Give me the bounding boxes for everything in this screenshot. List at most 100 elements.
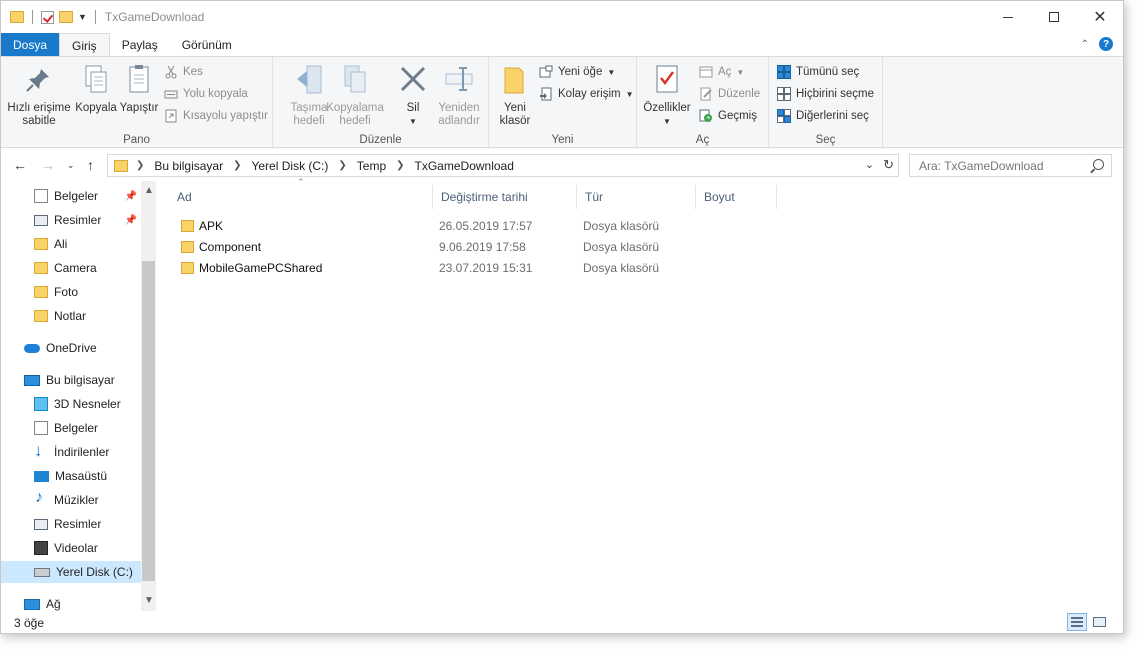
- nav-item-this-pc[interactable]: Bu bilgisayar: [1, 369, 141, 391]
- scissors-icon: [164, 65, 178, 79]
- invert-selection-button[interactable]: Diğerlerini seç: [777, 109, 869, 123]
- chevron-right-icon[interactable]: ❯: [338, 160, 346, 171]
- scroll-up-icon[interactable]: ▲: [144, 185, 154, 196]
- open-button[interactable]: Aç ▼: [699, 65, 744, 79]
- scroll-thumb[interactable]: [142, 261, 155, 581]
- nav-item-pictures[interactable]: Resimler: [1, 513, 141, 535]
- up-button[interactable]: ↑: [87, 157, 94, 173]
- breadcrumb-this-pc[interactable]: Bu bilgisayar: [154, 159, 223, 173]
- properties-button[interactable]: Özellikler ▼: [641, 63, 693, 128]
- pin-icon[interactable]: 📌: [125, 191, 137, 202]
- nav-item-label: Bu bilgisayar: [46, 373, 115, 387]
- delete-dropdown-icon[interactable]: ▼: [409, 115, 417, 128]
- nav-item-quick-pictures[interactable]: Resimler 📌: [1, 209, 141, 231]
- minimize-icon: [1003, 16, 1013, 18]
- pin-quick-access-button[interactable]: Hızlı erişime sabitle: [7, 63, 71, 128]
- file-row[interactable]: APK 26.05.2019 17:57 Dosya klasörü: [169, 215, 669, 236]
- chevron-right-icon[interactable]: ❯: [396, 160, 404, 171]
- nav-item-downloads[interactable]: İndirilenler: [1, 441, 141, 463]
- nav-item-3d-objects[interactable]: 3D Nesneler: [1, 393, 141, 415]
- file-row[interactable]: Component 9.06.2019 17:58 Dosya klasörü: [169, 236, 669, 257]
- nav-item-quick-documents[interactable]: Belgeler 📌: [1, 185, 141, 207]
- customize-toolbar-icon[interactable]: ▼: [78, 12, 87, 22]
- properties-icon[interactable]: [41, 10, 54, 24]
- nav-item-documents[interactable]: Belgeler: [1, 417, 141, 439]
- column-header-type[interactable]: Tür: [577, 185, 696, 209]
- back-button[interactable]: ←: [13, 157, 27, 173]
- large-icons-view-button[interactable]: [1089, 613, 1109, 631]
- tab-home[interactable]: Giriş: [59, 33, 110, 57]
- nav-item-label: Ağ: [46, 597, 61, 611]
- videos-icon: [34, 541, 48, 555]
- move-to-icon: [293, 63, 325, 97]
- select-none-label: Hiçbirini seçme: [796, 88, 874, 100]
- nav-item-videos[interactable]: Videolar: [1, 537, 141, 559]
- scroll-down-icon[interactable]: ▼: [144, 595, 154, 606]
- paste-shortcut-button[interactable]: Kısayolu yapıştır: [164, 109, 268, 123]
- chevron-right-icon[interactable]: ❯: [233, 160, 241, 171]
- copy-path-button[interactable]: Yolu kopyala: [164, 87, 248, 101]
- details-view-button[interactable]: [1067, 613, 1087, 631]
- quick-access-toolbar: ▼: [1, 10, 99, 24]
- cut-button[interactable]: Kes: [164, 65, 203, 79]
- close-button[interactable]: ✕: [1077, 1, 1123, 33]
- new-folder-button[interactable]: Yeni klasör: [497, 63, 533, 128]
- tab-file[interactable]: Dosya: [1, 33, 60, 57]
- breadcrumb-current[interactable]: TxGameDownload: [415, 159, 514, 173]
- nav-item-label: Belgeler: [54, 421, 99, 435]
- rename-button[interactable]: Yeniden adlandır: [433, 63, 485, 128]
- column-header-date[interactable]: Değiştirme tarihi: [433, 185, 577, 209]
- group-new: Yeni klasör Yeni öğe ▼ Kolay erişim ▼ Ye…: [489, 57, 637, 149]
- chevron-right-icon[interactable]: ❯: [136, 160, 144, 171]
- pin-icon[interactable]: 📌: [125, 215, 137, 226]
- file-date: 9.06.2019 17:58: [439, 239, 526, 254]
- tab-share[interactable]: Paylaş: [110, 33, 170, 57]
- file-row[interactable]: MobileGamePCShared 23.07.2019 15:31 Dosy…: [169, 257, 669, 278]
- search-icon[interactable]: [1093, 159, 1104, 170]
- edit-button[interactable]: Düzenle: [699, 87, 760, 101]
- copy-icon: [80, 63, 112, 97]
- nav-item-music[interactable]: Müzikler: [1, 489, 141, 511]
- refresh-icon[interactable]: ↻: [883, 157, 894, 173]
- search-input[interactable]: Ara: TxGameDownload: [909, 154, 1112, 177]
- nav-item-label: 3D Nesneler: [54, 397, 121, 411]
- select-all-label: Tümünü seç: [796, 66, 860, 78]
- easy-access-button[interactable]: Kolay erişim ▼: [539, 87, 634, 101]
- title-bar: ▼ TxGameDownload ✕: [1, 1, 1123, 33]
- maximize-button[interactable]: [1031, 1, 1077, 33]
- column-header-size[interactable]: Boyut: [696, 185, 777, 209]
- breadcrumb-local-disk[interactable]: Yerel Disk (C:): [251, 159, 328, 173]
- nav-scrollbar[interactable]: ▲ ▼: [141, 181, 156, 611]
- select-none-button[interactable]: Hiçbirini seçme: [777, 87, 874, 101]
- nav-item-foto[interactable]: Foto: [1, 281, 141, 303]
- nav-item-ali[interactable]: Ali: [1, 233, 141, 255]
- select-all-button[interactable]: Tümünü seç: [777, 65, 859, 79]
- breadcrumb-temp[interactable]: Temp: [357, 159, 386, 173]
- forward-button[interactable]: →: [41, 157, 55, 173]
- help-icon[interactable]: ?: [1099, 37, 1113, 51]
- recent-locations-icon[interactable]: ⌄: [67, 160, 75, 171]
- column-header-name[interactable]: Ad: [169, 185, 433, 209]
- collapse-ribbon-icon[interactable]: ⌃: [1081, 39, 1089, 50]
- nav-item-onedrive[interactable]: OneDrive: [1, 337, 141, 359]
- copy-to-icon: [339, 63, 371, 97]
- copy-to-label-2: hedefi: [339, 115, 371, 127]
- invert-selection-icon: [777, 109, 791, 123]
- rename-label-2: adlandır: [438, 115, 480, 127]
- address-dropdown-icon[interactable]: ⌄: [865, 158, 874, 171]
- copy-button[interactable]: Kopyala: [73, 63, 119, 115]
- properties-dropdown-icon[interactable]: ▼: [663, 115, 671, 128]
- new-folder-icon[interactable]: [59, 11, 73, 23]
- nav-item-notlar[interactable]: Notlar: [1, 305, 141, 327]
- history-button[interactable]: Geçmiş: [699, 109, 757, 123]
- paste-button[interactable]: Yapıştır: [117, 63, 161, 115]
- copy-to-button[interactable]: Kopyalama hedefi: [325, 63, 385, 128]
- delete-button[interactable]: Sil ▼: [397, 63, 429, 128]
- nav-item-camera[interactable]: Camera: [1, 257, 141, 279]
- tab-view[interactable]: Görünüm: [170, 33, 244, 57]
- nav-item-local-disk[interactable]: Yerel Disk (C:): [1, 561, 141, 583]
- address-bar[interactable]: ❯ Bu bilgisayar ❯ Yerel Disk (C:) ❯ Temp…: [107, 154, 899, 177]
- minimize-button[interactable]: [985, 1, 1031, 33]
- nav-item-desktop[interactable]: Masaüstü: [1, 465, 141, 487]
- new-item-button[interactable]: Yeni öğe ▼: [539, 65, 615, 79]
